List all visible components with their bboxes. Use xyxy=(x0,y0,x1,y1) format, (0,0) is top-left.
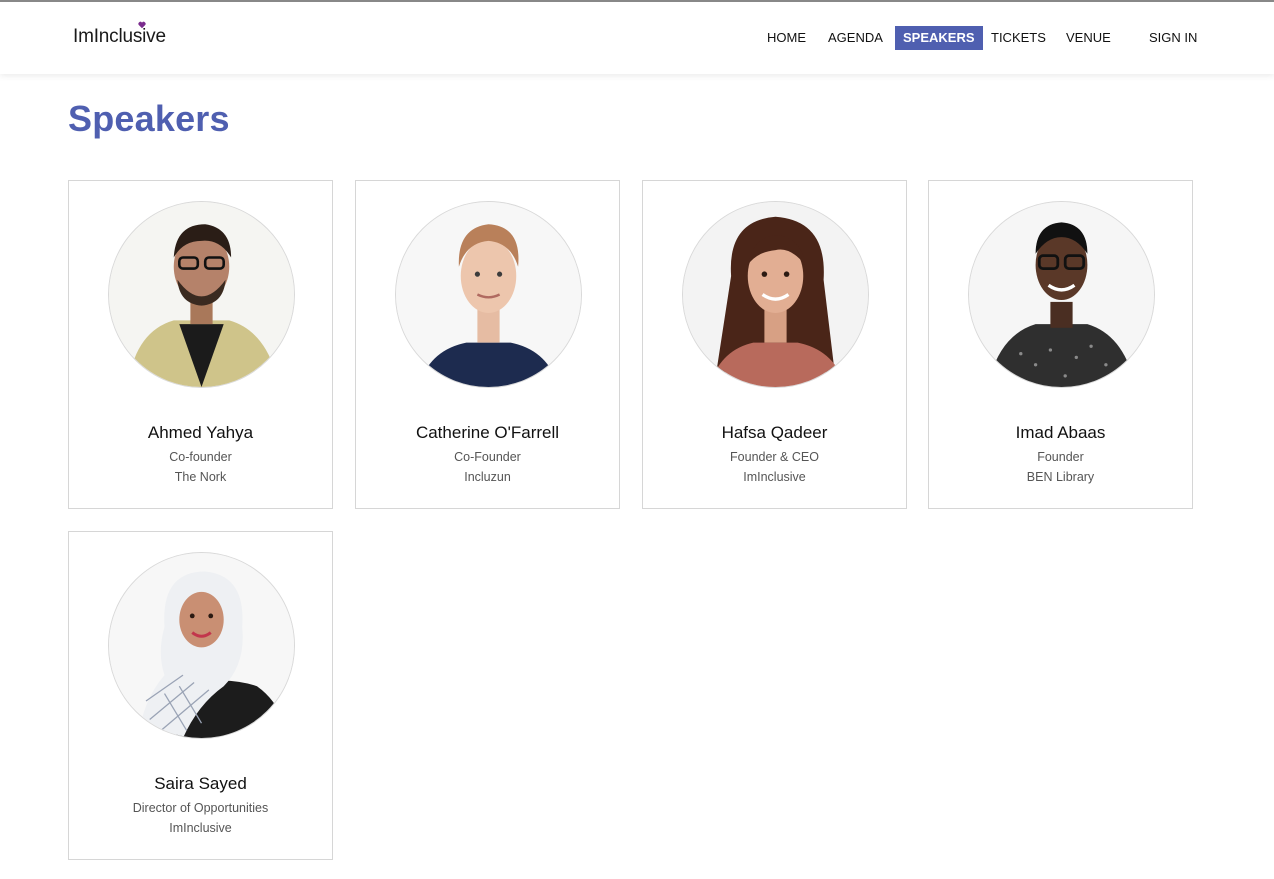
speaker-card[interactable]: Imad Abaas Founder BEN Library xyxy=(928,180,1193,509)
speaker-photo xyxy=(108,201,295,388)
speaker-card[interactable]: Hafsa Qadeer Founder & CEO ImInclusive xyxy=(642,180,907,509)
portrait-image xyxy=(109,202,294,387)
site-header: ImInclusive HOME AGENDA SPEAKERS TICKETS… xyxy=(0,2,1274,74)
speaker-organization: BEN Library xyxy=(1026,470,1095,484)
speaker-name: Ahmed Yahya xyxy=(147,423,254,442)
portrait-image xyxy=(969,202,1154,387)
portrait-image xyxy=(396,202,581,387)
speaker-card[interactable]: Saira Sayed Director of Opportunities Im… xyxy=(68,531,333,860)
speaker-photo xyxy=(108,552,295,739)
heart-icon xyxy=(138,21,146,29)
speaker-card[interactable]: Catherine O'Farrell Co-Founder Incluzun xyxy=(355,180,620,509)
speaker-name: Imad Abaas xyxy=(1015,423,1106,442)
speaker-photo xyxy=(395,201,582,388)
speaker-role: Founder & CEO xyxy=(730,450,819,464)
speaker-card[interactable]: Ahmed Yahya Co-founder The Nork xyxy=(68,180,333,509)
nav-agenda[interactable]: AGENDA xyxy=(828,26,883,50)
speaker-organization: Incluzun xyxy=(464,470,511,484)
speaker-organization: ImInclusive xyxy=(743,470,806,484)
nav-tickets[interactable]: TICKETS xyxy=(991,26,1046,50)
portrait-image xyxy=(109,553,294,738)
speaker-photo xyxy=(968,201,1155,388)
speaker-organization: The Nork xyxy=(174,470,227,484)
speaker-name: Saira Sayed xyxy=(154,774,247,793)
speaker-role: Co-Founder xyxy=(454,450,521,464)
nav-speakers[interactable]: SPEAKERS xyxy=(895,26,983,50)
logo-text: ImInclusive xyxy=(73,26,166,47)
speaker-organization: ImInclusive xyxy=(169,821,232,835)
speaker-role: Director of Opportunities xyxy=(132,801,269,815)
speaker-name: Hafsa Qadeer xyxy=(721,423,828,442)
speaker-role: Founder xyxy=(1037,450,1084,464)
nav-venue[interactable]: VENUE xyxy=(1066,26,1111,50)
nav-sign-in[interactable]: SIGN IN xyxy=(1149,26,1197,50)
speaker-photo xyxy=(682,201,869,388)
speaker-name: Catherine O'Farrell xyxy=(415,423,560,442)
site-logo[interactable]: ImInclusive xyxy=(73,21,166,48)
portrait-image xyxy=(683,202,868,387)
speaker-role: Co-founder xyxy=(169,450,232,464)
nav-home[interactable]: HOME xyxy=(767,26,806,50)
page-title: Speakers xyxy=(68,98,230,139)
